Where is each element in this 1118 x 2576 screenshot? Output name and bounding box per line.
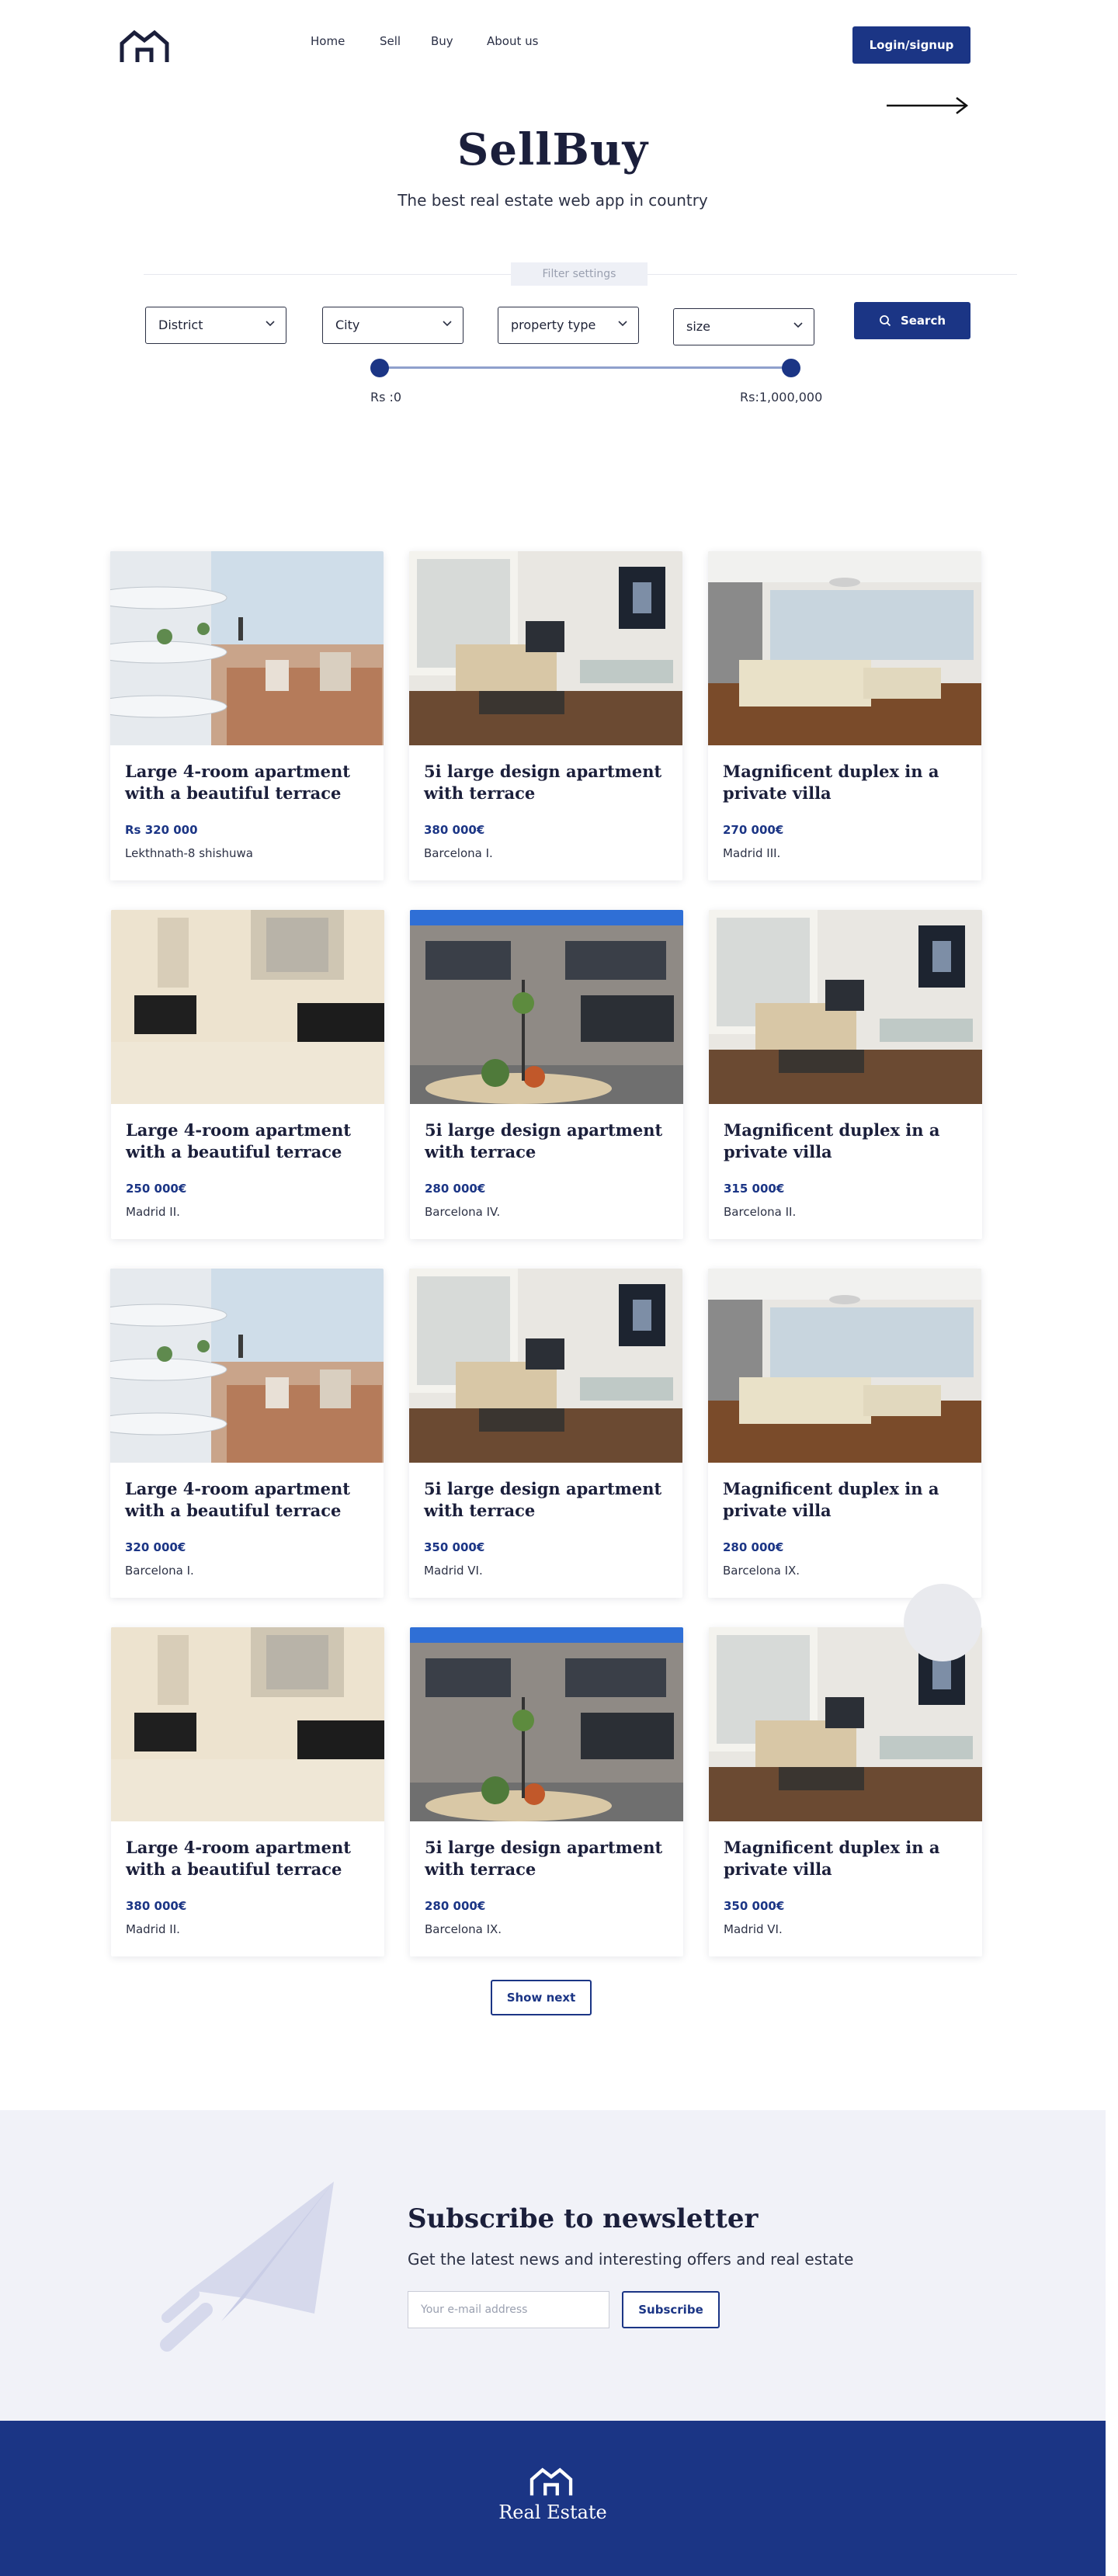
- listing-price: 350 000€: [724, 1899, 785, 1913]
- price-range-min-handle[interactable]: [370, 359, 389, 377]
- filter-settings-label: Filter settings: [511, 262, 648, 286]
- listing-card[interactable]: Magnificent duplex in a private villa 315…: [709, 910, 982, 1239]
- price-range-max-label: Rs:1,000,000: [740, 390, 823, 404]
- listing-title[interactable]: 5i large design apartment with terrace: [425, 1837, 673, 1880]
- listing-card[interactable]: 5i large design apartment with terrace 38…: [409, 551, 682, 880]
- search-button[interactable]: Search: [854, 302, 970, 339]
- listing-card[interactable]: Large 4-room apartment with a beautiful …: [111, 910, 384, 1239]
- listing-title[interactable]: Magnificent duplex in a private villa: [723, 1478, 971, 1522]
- nav-sell[interactable]: Sell: [380, 34, 401, 48]
- price-range-track[interactable]: [376, 366, 783, 369]
- listing-price: Rs 320 000: [125, 823, 198, 837]
- footer: [0, 2421, 1106, 2576]
- nav-home[interactable]: Home: [311, 34, 345, 48]
- listing-title[interactable]: Large 4-room apartment with a beautiful …: [126, 1120, 374, 1163]
- price-range-max-handle[interactable]: [782, 359, 800, 377]
- page-subtitle: The best real estate web app in country: [398, 191, 708, 210]
- listing-price: 380 000€: [424, 823, 485, 837]
- listing-location: Lekthnath-8 shishuwa: [125, 846, 253, 860]
- house-logo-icon[interactable]: [119, 30, 170, 64]
- listing-location: Madrid VI.: [424, 1564, 483, 1578]
- listing-image[interactable]: [409, 551, 682, 745]
- email-input[interactable]: [408, 2291, 609, 2328]
- listing-location: Barcelona II.: [724, 1205, 797, 1219]
- district-select-value: District: [158, 318, 203, 332]
- listing-card[interactable]: Large 4-room apartment with a beautiful …: [110, 551, 384, 880]
- listing-image[interactable]: [110, 1269, 384, 1463]
- listing-card[interactable]: Magnificent duplex in a private villa 280…: [708, 1269, 981, 1598]
- listing-location: Barcelona I.: [125, 1564, 194, 1578]
- footer-brand: Real Estate: [498, 2501, 607, 2523]
- listing-price: 270 000€: [723, 823, 784, 837]
- listing-location: Barcelona I.: [424, 846, 493, 860]
- listing-card[interactable]: 5i large design apartment with terrace 35…: [409, 1269, 682, 1598]
- listing-price: 315 000€: [724, 1182, 785, 1196]
- subscribe-button[interactable]: Subscribe: [622, 2291, 720, 2328]
- listing-title[interactable]: Magnificent duplex in a private villa: [723, 761, 971, 804]
- newsletter-subtitle: Get the latest news and interesting offe…: [408, 2250, 854, 2269]
- listing-price: 380 000€: [126, 1899, 187, 1913]
- listing-price: 320 000€: [125, 1540, 186, 1554]
- listing-location: Madrid III.: [723, 846, 781, 860]
- listing-card[interactable]: Large 4-room apartment with a beautiful …: [110, 1269, 384, 1598]
- nav-buy[interactable]: Buy: [431, 34, 453, 48]
- listing-title[interactable]: Large 4-room apartment with a beautiful …: [126, 1837, 374, 1880]
- decorative-circle: [904, 1584, 981, 1661]
- chevron-down-icon: [618, 321, 627, 327]
- listing-title[interactable]: Large 4-room apartment with a beautiful …: [125, 1478, 373, 1522]
- listing-title[interactable]: 5i large design apartment with terrace: [425, 1120, 673, 1163]
- listing-location: Madrid VI.: [724, 1922, 783, 1936]
- listing-title[interactable]: Magnificent duplex in a private villa: [724, 1837, 972, 1880]
- listing-image[interactable]: [708, 1269, 981, 1463]
- listing-price: 280 000€: [425, 1899, 486, 1913]
- listing-card[interactable]: 5i large design apartment with terrace 28…: [410, 910, 683, 1239]
- listing-location: Madrid II.: [126, 1205, 180, 1219]
- listing-title[interactable]: 5i large design apartment with terrace: [424, 761, 672, 804]
- property-type-select-value: property type: [511, 318, 596, 332]
- listing-price: 280 000€: [425, 1182, 486, 1196]
- city-select[interactable]: City: [322, 307, 464, 344]
- newsletter-title: Subscribe to newsletter: [408, 2203, 759, 2234]
- listing-price: 280 000€: [723, 1540, 784, 1554]
- listing-card[interactable]: 5i large design apartment with terrace 28…: [410, 1627, 683, 1956]
- listing-location: Barcelona IX.: [425, 1922, 502, 1936]
- login-signup-button[interactable]: Login/signup: [852, 26, 970, 64]
- listing-title[interactable]: Magnificent duplex in a private villa: [724, 1120, 972, 1163]
- listing-image[interactable]: [110, 551, 384, 745]
- listing-title[interactable]: 5i large design apartment with terrace: [424, 1478, 672, 1522]
- listing-image[interactable]: [410, 1627, 683, 1821]
- show-next-button[interactable]: Show next: [491, 1980, 592, 2015]
- listing-location: Barcelona IV.: [425, 1205, 501, 1219]
- page-title: SellBuy: [457, 124, 649, 175]
- house-logo-icon[interactable]: [528, 2467, 575, 2497]
- listing-image[interactable]: [708, 551, 981, 745]
- chevron-down-icon: [793, 322, 803, 328]
- listing-image[interactable]: [111, 910, 384, 1104]
- size-select[interactable]: size: [673, 308, 814, 345]
- chevron-down-icon: [443, 321, 452, 327]
- chevron-down-icon: [266, 321, 275, 327]
- search-icon: [880, 315, 891, 327]
- nav-about[interactable]: About us: [487, 34, 538, 48]
- listing-card[interactable]: Magnificent duplex in a private villa 270…: [708, 551, 981, 880]
- listing-image[interactable]: [709, 910, 982, 1104]
- listing-location: Barcelona IX.: [723, 1564, 800, 1578]
- listing-price: 250 000€: [126, 1182, 187, 1196]
- listing-card[interactable]: Large 4-room apartment with a beautiful …: [111, 1627, 384, 1956]
- price-range-min-label: Rs :0: [370, 390, 402, 404]
- listing-image[interactable]: [410, 910, 683, 1104]
- property-type-select[interactable]: property type: [498, 307, 639, 344]
- district-select[interactable]: District: [145, 307, 286, 344]
- city-select-value: City: [335, 318, 360, 332]
- size-select-value: size: [686, 319, 711, 334]
- listing-image[interactable]: [111, 1627, 384, 1821]
- listing-card[interactable]: Magnificent duplex in a private villa 350…: [709, 1627, 982, 1956]
- paper-plane-icon: [160, 2182, 334, 2352]
- listing-price: 350 000€: [424, 1540, 485, 1554]
- search-button-label: Search: [900, 314, 946, 328]
- listing-title[interactable]: Large 4-room apartment with a beautiful …: [125, 761, 373, 804]
- listing-image[interactable]: [409, 1269, 682, 1463]
- arrow-right-icon[interactable]: [885, 96, 969, 115]
- listing-location: Madrid II.: [126, 1922, 180, 1936]
